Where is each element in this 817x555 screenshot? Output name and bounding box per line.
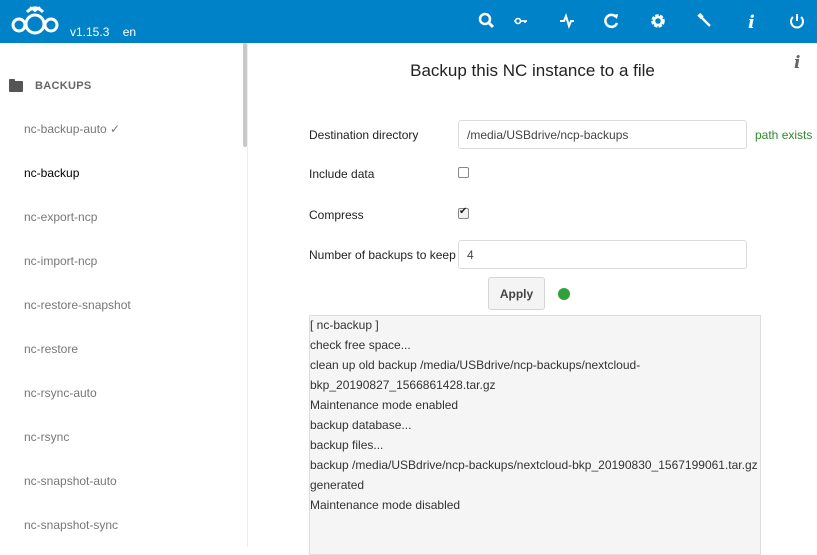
nextcloudpi-logo[interactable] xyxy=(8,4,62,38)
log-line: clean up old backup /media/USBdrive/ncp-… xyxy=(310,358,641,372)
log-line: generated xyxy=(310,478,365,492)
compress-checkbox[interactable] xyxy=(458,206,469,219)
status-indicator xyxy=(558,288,570,300)
log-line: [ nc-backup ] xyxy=(310,318,379,332)
sidebar-item-nc-backup-auto[interactable]: nc-backup-auto ✓ xyxy=(24,121,120,137)
sidebar-section-backups[interactable]: BACKUPS xyxy=(9,76,92,96)
log-line: check free space... xyxy=(310,338,411,352)
wrench-icon[interactable] xyxy=(694,10,716,32)
sidebar-item-nc-snapshot-sync[interactable]: nc-snapshot-sync xyxy=(24,517,118,533)
sidebar-item-nc-restore[interactable]: nc-restore xyxy=(24,341,78,357)
log-line: backup files... xyxy=(310,438,384,452)
power-icon[interactable] xyxy=(786,10,808,32)
include-data-label: Include data xyxy=(309,167,375,181)
sidebar-item-nc-rsync[interactable]: nc-rsync xyxy=(24,429,69,445)
log-line: backup database... xyxy=(310,418,412,432)
refresh-icon[interactable] xyxy=(601,10,623,32)
path-status: path exists xyxy=(755,128,813,142)
key-icon[interactable] xyxy=(510,10,532,32)
log-line: Maintenance mode enabled xyxy=(310,398,459,412)
page-title: Backup this NC instance to a file xyxy=(410,61,655,80)
sidebar-scrollbar[interactable] xyxy=(243,43,247,147)
sidebar xyxy=(0,43,248,547)
sidebar-item-nc-rsync-auto[interactable]: nc-rsync-auto xyxy=(24,385,97,401)
search-icon[interactable] xyxy=(476,10,498,32)
sidebar-section-label: BACKUPS xyxy=(35,80,92,92)
gear-icon[interactable] xyxy=(647,10,669,32)
sidebar-item-nc-restore-snapshot[interactable]: nc-restore-snapshot xyxy=(24,297,131,313)
language-label[interactable]: en xyxy=(123,25,136,39)
sidebar-item-nc-export-ncp[interactable]: nc-export-ncp xyxy=(24,209,97,225)
log-line: backup /media/USBdrive/ncp-backups/nextc… xyxy=(310,458,758,472)
sidebar-item-nc-import-ncp[interactable]: nc-import-ncp xyxy=(24,253,97,269)
sidebar-item-nc-snapshot-auto[interactable]: nc-snapshot-auto xyxy=(24,473,117,489)
folder-icon xyxy=(9,78,23,92)
destination-input[interactable] xyxy=(458,120,747,149)
compress-label: Compress xyxy=(309,208,364,222)
log-line: bkp_20190827_1566861428.tar.gz xyxy=(310,378,496,392)
sidebar-item-nc-backup[interactable]: nc-backup xyxy=(24,165,79,181)
version-label: v1.15.3 xyxy=(70,25,110,39)
keep-backups-label: Number of backups to keep xyxy=(309,248,456,262)
sidebar-divider xyxy=(247,43,248,547)
keep-backups-input[interactable] xyxy=(458,240,747,269)
details-info-icon[interactable]: i xyxy=(794,53,800,73)
log-line: Maintenance mode disabled xyxy=(310,498,461,512)
include-data-checkbox[interactable] xyxy=(458,167,469,178)
info-icon[interactable]: i xyxy=(740,10,762,33)
top-bar: v1.15.3 en i xyxy=(0,0,817,43)
activity-icon[interactable] xyxy=(556,10,578,32)
destination-label: Destination directory xyxy=(309,128,419,142)
svg-text:i: i xyxy=(748,12,755,32)
version-info: v1.15.3 en xyxy=(70,25,146,39)
apply-button[interactable]: Apply xyxy=(488,277,545,310)
